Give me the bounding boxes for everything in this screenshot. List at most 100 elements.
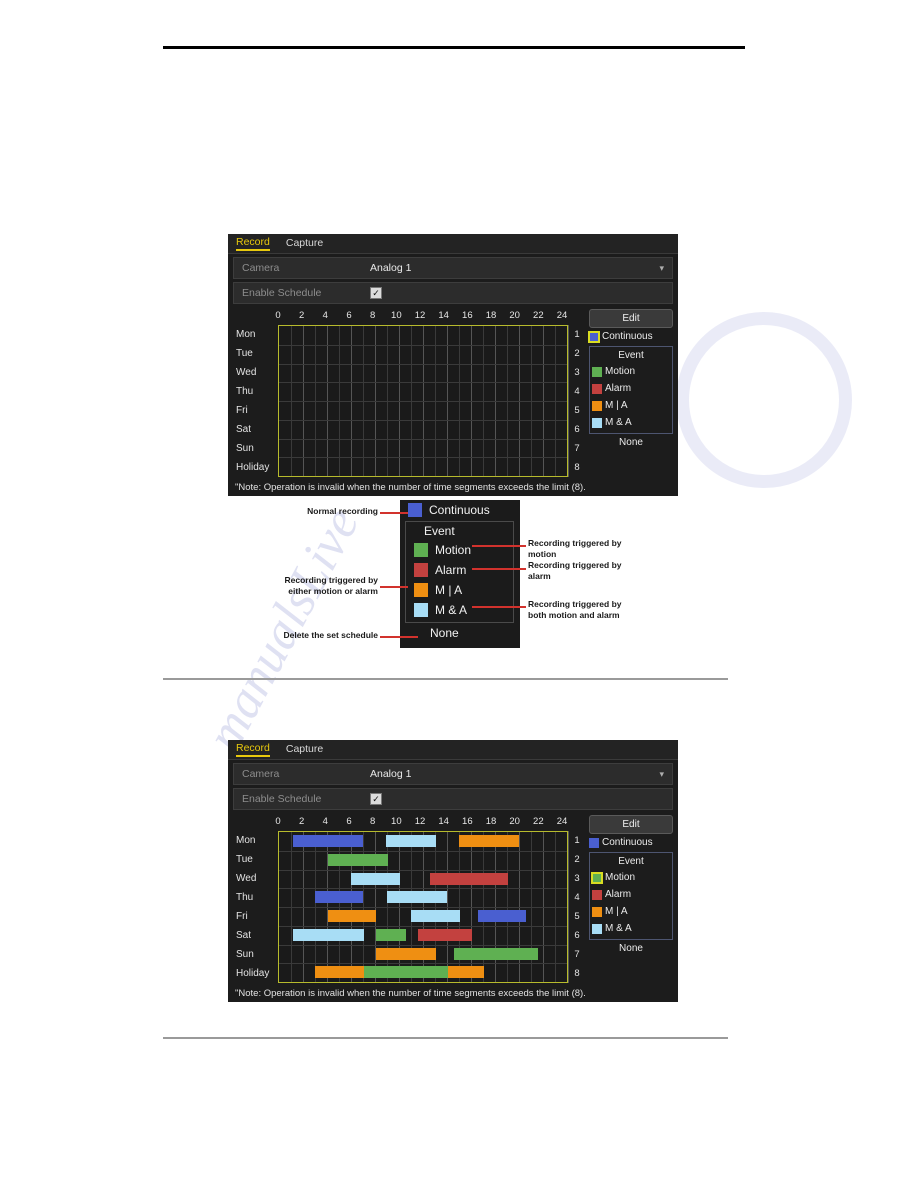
legend-item-alarm[interactable]: Alarm (592, 886, 670, 903)
schedule-note: "Note: Operation is invalid when the num… (235, 482, 586, 493)
legend-item-m-a[interactable]: M | A (592, 397, 670, 414)
day-label-tue: Tue (236, 854, 253, 865)
legend-swatch (592, 906, 602, 917)
legend-item-m-a[interactable]: M & A (592, 920, 670, 937)
callout-event-title: Event (424, 524, 455, 538)
day-label-sun: Sun (236, 443, 254, 454)
grid-hline (279, 888, 567, 890)
schedule-block[interactable] (387, 891, 447, 904)
legend-label: Alarm (605, 383, 632, 394)
checkmark-icon: ✓ (370, 793, 382, 806)
leader-both-trigger (472, 606, 526, 608)
day-label-mon: Mon (236, 835, 256, 846)
schedule-block[interactable] (376, 928, 407, 941)
leader-either-trigger (380, 586, 408, 588)
record-schedule-panel-empty: Record Capture Camera Analog 1 ▾ Enable Sched… (228, 234, 678, 496)
schedule-block[interactable] (328, 910, 377, 922)
field-row-camera[interactable]: Camera Analog 1 ▾ (233, 763, 673, 785)
day-label-holiday: Holiday (236, 462, 270, 473)
schedule-block[interactable] (364, 966, 449, 979)
enable-schedule-checkbox[interactable]: ✓ (370, 793, 672, 806)
schedule-block[interactable] (478, 910, 527, 922)
legend-item-none[interactable]: None (589, 940, 673, 957)
leader-normal-recording (380, 512, 408, 514)
legend-item-m-a[interactable]: M & A (592, 414, 670, 431)
legend-label: Continuous (602, 331, 653, 342)
ruler-tick: 18 (485, 310, 497, 321)
ruler-tick: 14 (438, 816, 449, 827)
tab-record[interactable]: Record (236, 236, 270, 251)
tab-record[interactable]: Record (236, 742, 270, 757)
row-number: 7 (574, 443, 580, 454)
ruler-tick: 12 (414, 816, 426, 827)
legend-item-continuous[interactable]: Continuous (589, 834, 673, 851)
field-label: Enable Schedule (242, 287, 322, 299)
legend-item-continuous[interactable]: Continuous (588, 328, 673, 345)
ruler-tick: 24 (556, 816, 568, 827)
ruler-tick: 6 (346, 310, 352, 321)
schedule-note: "Note: Operation is invalid when the num… (235, 988, 586, 999)
motion-and-alarm-swatch (414, 603, 428, 617)
leader-motion-trigger (472, 545, 526, 547)
row-number: 6 (574, 424, 580, 435)
schedule-block[interactable] (448, 966, 485, 979)
continuous-swatch (589, 837, 599, 848)
annotation-either-trigger: Recording triggered by either motion or … (284, 575, 378, 596)
enable-schedule-checkbox[interactable]: ✓ (370, 287, 672, 300)
legend-callout-diagram: Continuous Event Motion Alarm M | A M & … (284, 500, 644, 650)
day-label-sat: Sat (236, 930, 252, 941)
grid-hline (279, 344, 567, 346)
schedule-plot[interactable] (278, 325, 568, 477)
schedule-grid-wrap: 0 2 4 6 8 10 12 14 16 18 20 22 24 Mon Tue Wed Thu Fri Sat S… (233, 815, 585, 983)
schedule-block[interactable] (376, 947, 437, 960)
ruler-tick: 22 (533, 816, 544, 827)
chevron-down-icon[interactable]: ▾ (659, 769, 664, 780)
row-number: 4 (574, 386, 580, 397)
edit-button[interactable]: Edit (589, 309, 673, 328)
schedule-block[interactable] (385, 835, 437, 847)
chevron-down-icon[interactable]: ▾ (659, 263, 664, 274)
continuous-swatch (588, 330, 600, 343)
grid-hline (279, 963, 567, 965)
schedule-block[interactable] (418, 928, 473, 941)
schedule-block[interactable] (293, 835, 363, 847)
grid-hline (279, 419, 567, 421)
annotation-alarm-trigger: Recording triggered by alarm (528, 560, 622, 581)
row-number: 5 (574, 911, 580, 922)
day-label-thu: Thu (236, 386, 254, 397)
ruler-tick: 0 (275, 310, 281, 321)
mid-rule (163, 678, 728, 680)
schedule-block[interactable] (315, 891, 363, 904)
motion-or-alarm-swatch (414, 583, 428, 597)
time-ruler: 0 2 4 6 8 10 12 14 16 18 20 22 24 (233, 309, 585, 325)
legend-item-none[interactable]: None (589, 434, 673, 451)
schedule-block[interactable] (454, 947, 539, 960)
schedule-block[interactable] (315, 966, 365, 979)
tab-capture[interactable]: Capture (286, 743, 323, 756)
legend-item-motion[interactable]: Motion (591, 869, 670, 886)
schedule-block[interactable] (411, 910, 461, 922)
legend-swatch (592, 383, 602, 394)
edit-button[interactable]: Edit (589, 815, 673, 834)
legend-item-m-a[interactable]: M | A (592, 903, 670, 920)
ruler-tick: 8 (370, 310, 376, 321)
schedule-block[interactable] (430, 872, 509, 885)
annotation-both-trigger: Recording triggered by both motion and a… (528, 599, 622, 620)
time-ruler: 0 2 4 6 8 10 12 14 16 18 20 22 24 (233, 815, 585, 831)
field-value: Analog 1 (370, 262, 412, 274)
ruler-tick: 16 (462, 816, 473, 827)
field-row-camera[interactable]: Camera Analog 1 ▾ (233, 257, 673, 279)
schedule-block[interactable] (351, 872, 401, 885)
legend-item-motion[interactable]: Motion (592, 363, 670, 380)
schedule-plot[interactable] (278, 831, 568, 983)
tab-capture[interactable]: Capture (286, 237, 323, 250)
schedule-block[interactable] (459, 835, 519, 847)
legend-item-alarm[interactable]: Alarm (592, 380, 670, 397)
schedule-block[interactable] (293, 928, 365, 941)
field-label: Camera (242, 768, 280, 780)
grid-hline (279, 907, 567, 908)
footer-rule (163, 1037, 728, 1039)
day-label-sat: Sat (236, 424, 252, 435)
grid-hline (279, 869, 567, 871)
schedule-block[interactable] (328, 853, 389, 866)
